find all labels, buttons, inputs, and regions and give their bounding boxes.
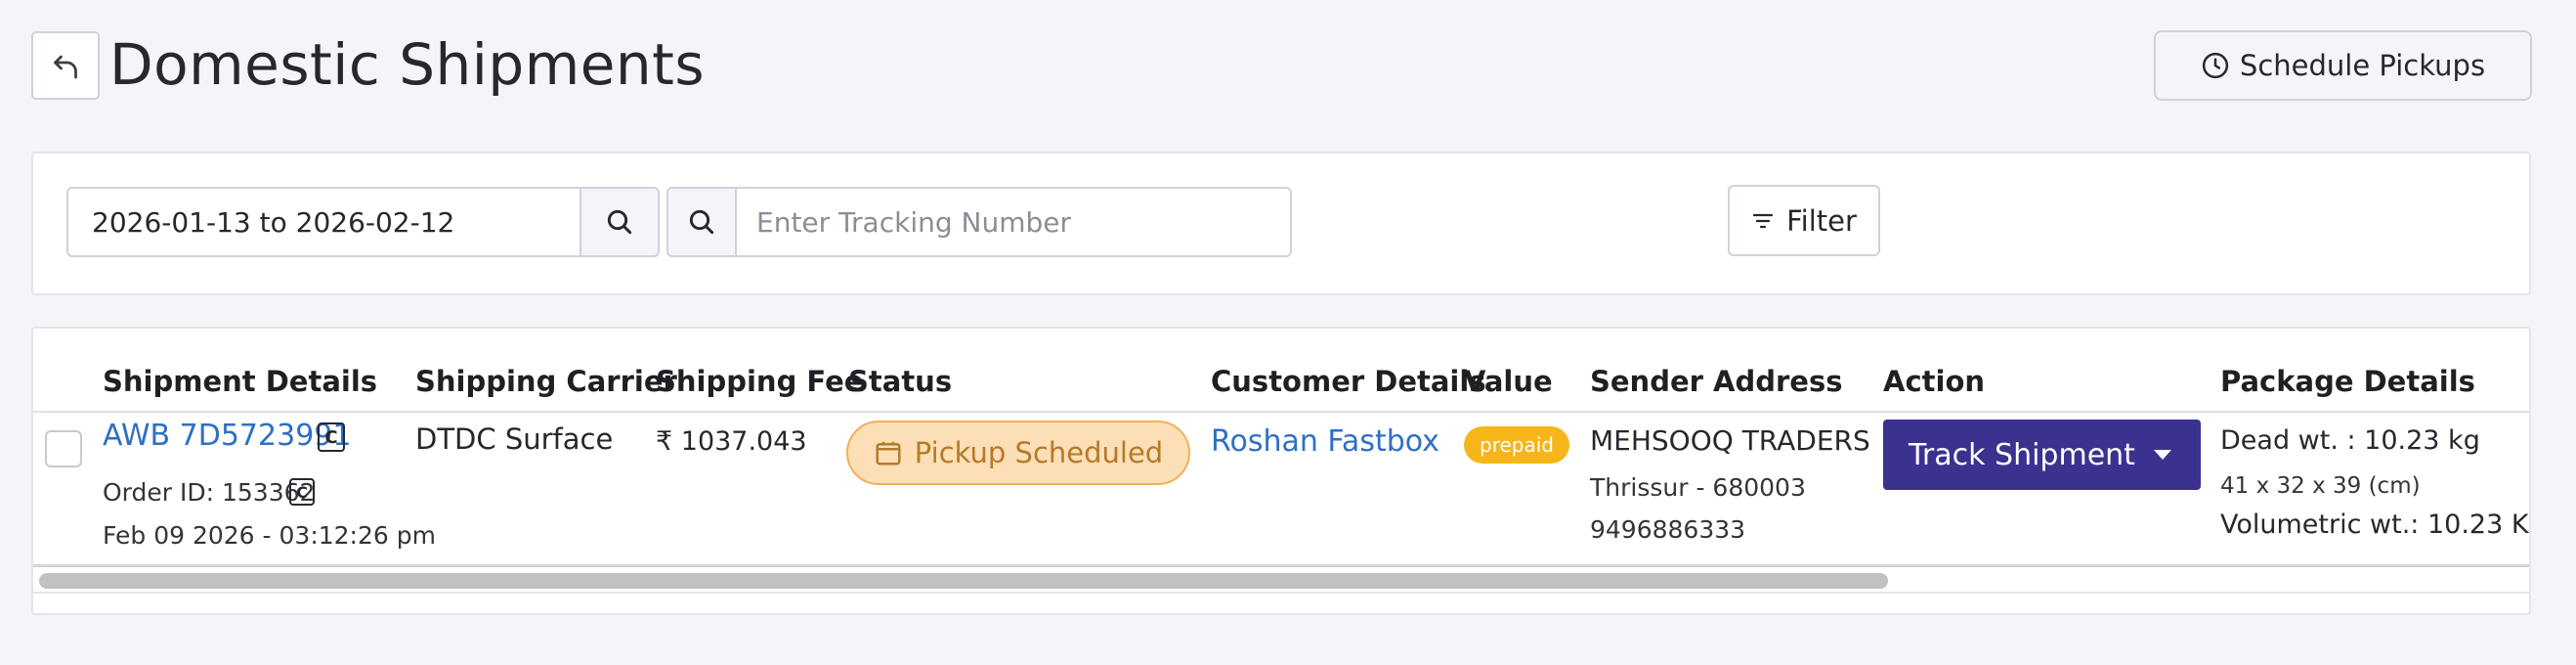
calendar-icon: [876, 441, 901, 466]
date-search-button[interactable]: [580, 187, 660, 257]
column-header-package-details: Package Details: [2220, 365, 2475, 398]
status-label: Pickup Scheduled: [914, 436, 1164, 469]
page-title: Domestic Shipments: [109, 31, 706, 98]
column-header-action: Action: [1883, 365, 1986, 398]
column-header-sender-address: Sender Address: [1590, 365, 1843, 398]
shipping-carrier: DTDC Surface: [415, 422, 614, 456]
dead-weight: Dead wt. : 10.23 kg: [2220, 425, 2480, 456]
scrollbar-thumb[interactable]: [39, 573, 1888, 589]
sender-phone: 9496886333: [1590, 515, 1746, 544]
column-header-status: Status: [848, 365, 953, 398]
column-header-shipment-details: Shipment Details: [103, 365, 378, 398]
schedule-pickups-button[interactable]: Schedule Pickups: [2154, 30, 2532, 101]
dropdown-caret-icon[interactable]: [2154, 450, 2171, 460]
header-divider: [33, 411, 2529, 413]
search-icon: [607, 209, 632, 235]
column-header-value: Value: [1464, 365, 1553, 398]
created-datetime: Feb 09 2026 - 03:12:26 pm: [103, 521, 436, 550]
back-arrow-icon: [54, 55, 77, 79]
column-header-shipping-carrier: Shipping Carrier: [415, 365, 677, 398]
customer-link[interactable]: Roshan Fastbox: [1211, 424, 1439, 459]
clock-icon: [2202, 52, 2229, 79]
search-icon: [689, 209, 714, 235]
column-header-customer-details: Customer Details: [1211, 365, 1486, 398]
shipments-table: Shipment Details Shipping Carrier Shippi…: [31, 327, 2531, 615]
filter-label: Filter: [1786, 203, 1857, 238]
copy-awb-icon[interactable]: C: [318, 422, 345, 452]
filter-button[interactable]: Filter: [1728, 185, 1880, 256]
awb-link[interactable]: AWB 7D5723991: [103, 419, 351, 453]
scrollbar-divider: [33, 592, 2529, 594]
sender-name: MEHSOOQ TRADERS: [1590, 424, 1870, 457]
payment-type-label: prepaid: [1480, 433, 1554, 457]
track-shipment-label: Track Shipment: [1909, 437, 2135, 472]
shipping-fee: ₹ 1037.043: [656, 426, 807, 457]
column-header-shipping-fee: Shipping Fee: [656, 365, 864, 398]
filter-bar: 2026-01-13 to 2026-02-12 Filter: [31, 152, 2531, 295]
track-shipment-button[interactable]: Track Shipment: [1883, 420, 2201, 490]
sender-city: Thrissur - 680003: [1590, 473, 1806, 502]
date-range-value: 2026-01-13 to 2026-02-12: [92, 205, 455, 239]
order-id: Order ID: 153362: [103, 478, 316, 507]
tracking-search-icon-box: [666, 187, 737, 257]
date-range-field[interactable]: 2026-01-13 to 2026-02-12: [66, 187, 581, 257]
schedule-pickups-label: Schedule Pickups: [2239, 49, 2486, 82]
volumetric-weight: Volumetric wt.: 10.23 Kg: [2220, 510, 2531, 540]
filter-icon: [1752, 213, 1774, 228]
payment-type-badge: prepaid: [1464, 426, 1569, 464]
status-badge: Pickup Scheduled: [846, 421, 1190, 485]
row-select-checkbox[interactable]: [45, 430, 82, 467]
copy-order-id-icon[interactable]: C: [289, 478, 315, 506]
package-dimensions: 41 x 32 x 39 (cm): [2220, 473, 2421, 499]
back-button[interactable]: [31, 31, 100, 100]
tracking-number-input[interactable]: [735, 187, 1292, 257]
